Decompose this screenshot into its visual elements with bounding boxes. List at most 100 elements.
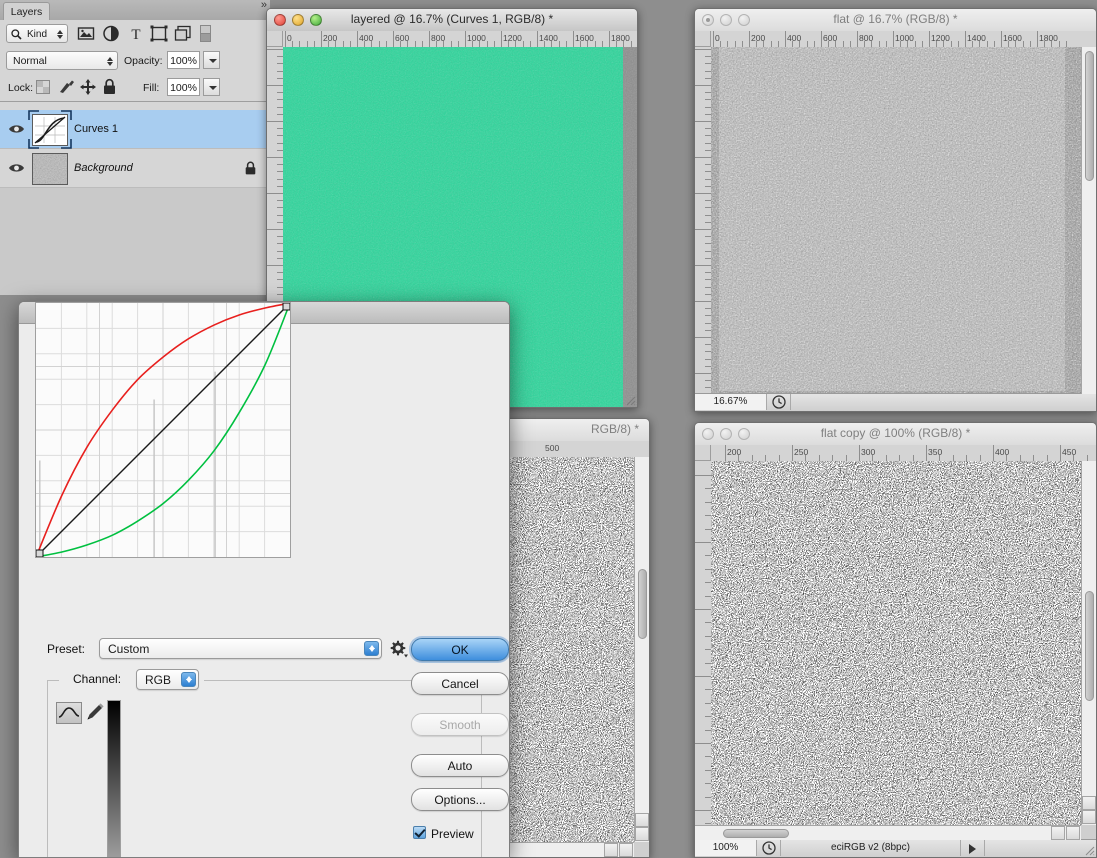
ruler-major-line [285,31,286,47]
curves-graph[interactable] [35,302,291,558]
ruler-major-line [609,31,610,47]
ruler-major-line [267,121,283,122]
scroll-down-arrow[interactable] [635,827,649,841]
vertical-scrollbar-behind[interactable] [634,457,649,842]
layer-name[interactable]: Curves 1 [74,123,118,135]
proof-status-icon[interactable] [767,394,791,410]
ruler-major-line [695,609,711,610]
titlebar-layered[interactable]: layered @ 16.7% (Curves 1, RGB/8) * [267,9,637,32]
layer-name[interactable]: Background [74,162,133,174]
auto-button[interactable]: Auto [411,754,509,777]
titlebar-flat-copy[interactable]: flat copy @ 100% (RGB/8) * [695,423,1096,446]
opacity-label: Opacity: [124,55,163,67]
canvas-flat[interactable] [711,47,1096,394]
curve-control-point[interactable] [282,302,291,311]
ruler-major-line [1001,31,1002,47]
smooth-button[interactable]: Smooth [411,713,509,736]
titlebar-flat[interactable]: flat @ 16.7% (RGB/8) * [695,9,1096,32]
eye-icon[interactable] [8,123,25,135]
ruler-major-line [725,445,726,461]
resize-grip[interactable] [1082,843,1095,856]
zoom-level-flat-copy[interactable]: 100% [695,840,757,856]
curve-draw-tool-button[interactable] [56,702,82,724]
ruler-tick: 1800 [611,33,630,43]
fill-input[interactable]: 100% [167,78,200,96]
gear-menu-icon[interactable] [390,640,408,658]
opacity-slider-button[interactable] [203,51,220,69]
window-title: layered @ 16.7% (Curves 1, RGB/8) * [350,12,554,26]
tab-layers[interactable]: Layers [3,2,50,21]
ruler-tick: 1800 [1039,33,1058,43]
statusbar-flat-copy: 100% eciRGB v2 (8bpc) [695,839,1096,857]
preset-select[interactable]: Custom [99,638,382,659]
ruler-major-line [695,121,711,122]
scroll-right-arrow[interactable] [619,843,633,857]
zoom-level-flat[interactable]: 16.67% [695,394,767,410]
ruler-major-line [695,475,711,476]
layer-row-curves-1[interactable]: Curves 1 [0,110,270,149]
color-profile-status: eciRGB v2 (8bpc) [781,840,961,856]
type-layer-filter-icon[interactable]: T [127,25,145,42]
horizontal-scrollbar-flat-copy[interactable] [695,825,1081,840]
scroll-right-arrow[interactable] [1066,826,1080,840]
fill-slider-button[interactable] [203,78,220,96]
preset-stepper[interactable] [364,641,379,656]
layers-lock-row: Lock: Fill: 100% [0,74,270,102]
smart-object-filter-icon[interactable] [174,25,192,42]
scroll-thumb[interactable] [638,569,647,639]
curves-dialog[interactable]: Curves Preset: Custom Channel: RGB Outpu… [18,301,510,858]
vertical-scrollbar-flat[interactable] [1081,47,1096,394]
scroll-left-arrow[interactable] [1051,826,1065,840]
scroll-up-arrow[interactable] [1082,796,1096,810]
filter-kind-select[interactable]: Kind [6,24,68,43]
scroll-thumb[interactable] [1085,591,1094,701]
panel-collapse-icon[interactable]: » [261,0,267,11]
lock-all-icon[interactable] [103,78,116,95]
layer-row-background[interactable]: Background [0,149,270,188]
scroll-down-arrow[interactable] [1082,810,1096,824]
ruler-major-line [749,31,750,47]
shape-layer-filter-icon[interactable] [150,25,168,42]
options-button[interactable]: Options... [411,788,509,811]
curves-plot [35,302,291,558]
eye-icon[interactable] [8,162,25,174]
blend-mode-select[interactable]: Normal [6,51,118,70]
document-window-flat-copy[interactable]: flat copy @ 100% (RGB/8) * 200 250 300 350 4… [694,422,1097,858]
pencil-draw-icon[interactable] [85,702,105,722]
ruler-major-line [695,743,711,744]
curve-control-point[interactable] [35,549,44,558]
pixel-layer-filter-icon[interactable] [77,25,95,42]
blend-mode-stepper[interactable] [104,54,115,69]
channel-select[interactable]: RGB [136,669,199,690]
lock-transparent-pixels-icon[interactable] [36,80,50,94]
lock-position-icon[interactable] [80,79,96,95]
resize-grip[interactable] [623,393,636,406]
scroll-left-arrow[interactable] [604,843,618,857]
ruler-major-line [893,31,894,47]
scroll-up-arrow[interactable] [635,813,649,827]
channel-stepper[interactable] [181,672,196,687]
scroll-thumb[interactable] [723,829,789,838]
layer-thumbnail-background[interactable] [32,153,68,185]
lock-icon [245,161,256,175]
group-divider [47,680,59,681]
ok-button[interactable]: OK [411,638,509,661]
statusbar-expand-arrow[interactable] [961,840,985,856]
document-window-flat[interactable]: flat @ 16.7% (RGB/8) * 0 200 400 600 800 1000… [694,8,1097,412]
opacity-input[interactable]: 100% [167,51,200,69]
filter-kind-stepper[interactable] [54,27,65,42]
vertical-scrollbar-flat-copy[interactable] [1081,461,1096,825]
preview-checkbox[interactable] [413,826,426,839]
scroll-thumb[interactable] [1085,51,1094,181]
ruler-major-line [695,193,711,194]
filter-toggle-icon[interactable] [200,25,211,43]
adjustment-layer-filter-icon[interactable] [102,25,120,42]
proof-status-icon[interactable] [757,840,781,856]
canvas-flat-copy[interactable] [711,461,1081,825]
layers-panel: Layers » Kind T Normal Opacity: 100% Loc… [0,0,270,295]
channel-value: RGB [145,673,172,687]
cancel-button[interactable]: Cancel [411,672,509,695]
layer-thumbnail-curves[interactable] [32,114,68,146]
lock-image-pixels-icon[interactable] [58,79,75,95]
ruler-tick: 1400 [539,33,558,43]
